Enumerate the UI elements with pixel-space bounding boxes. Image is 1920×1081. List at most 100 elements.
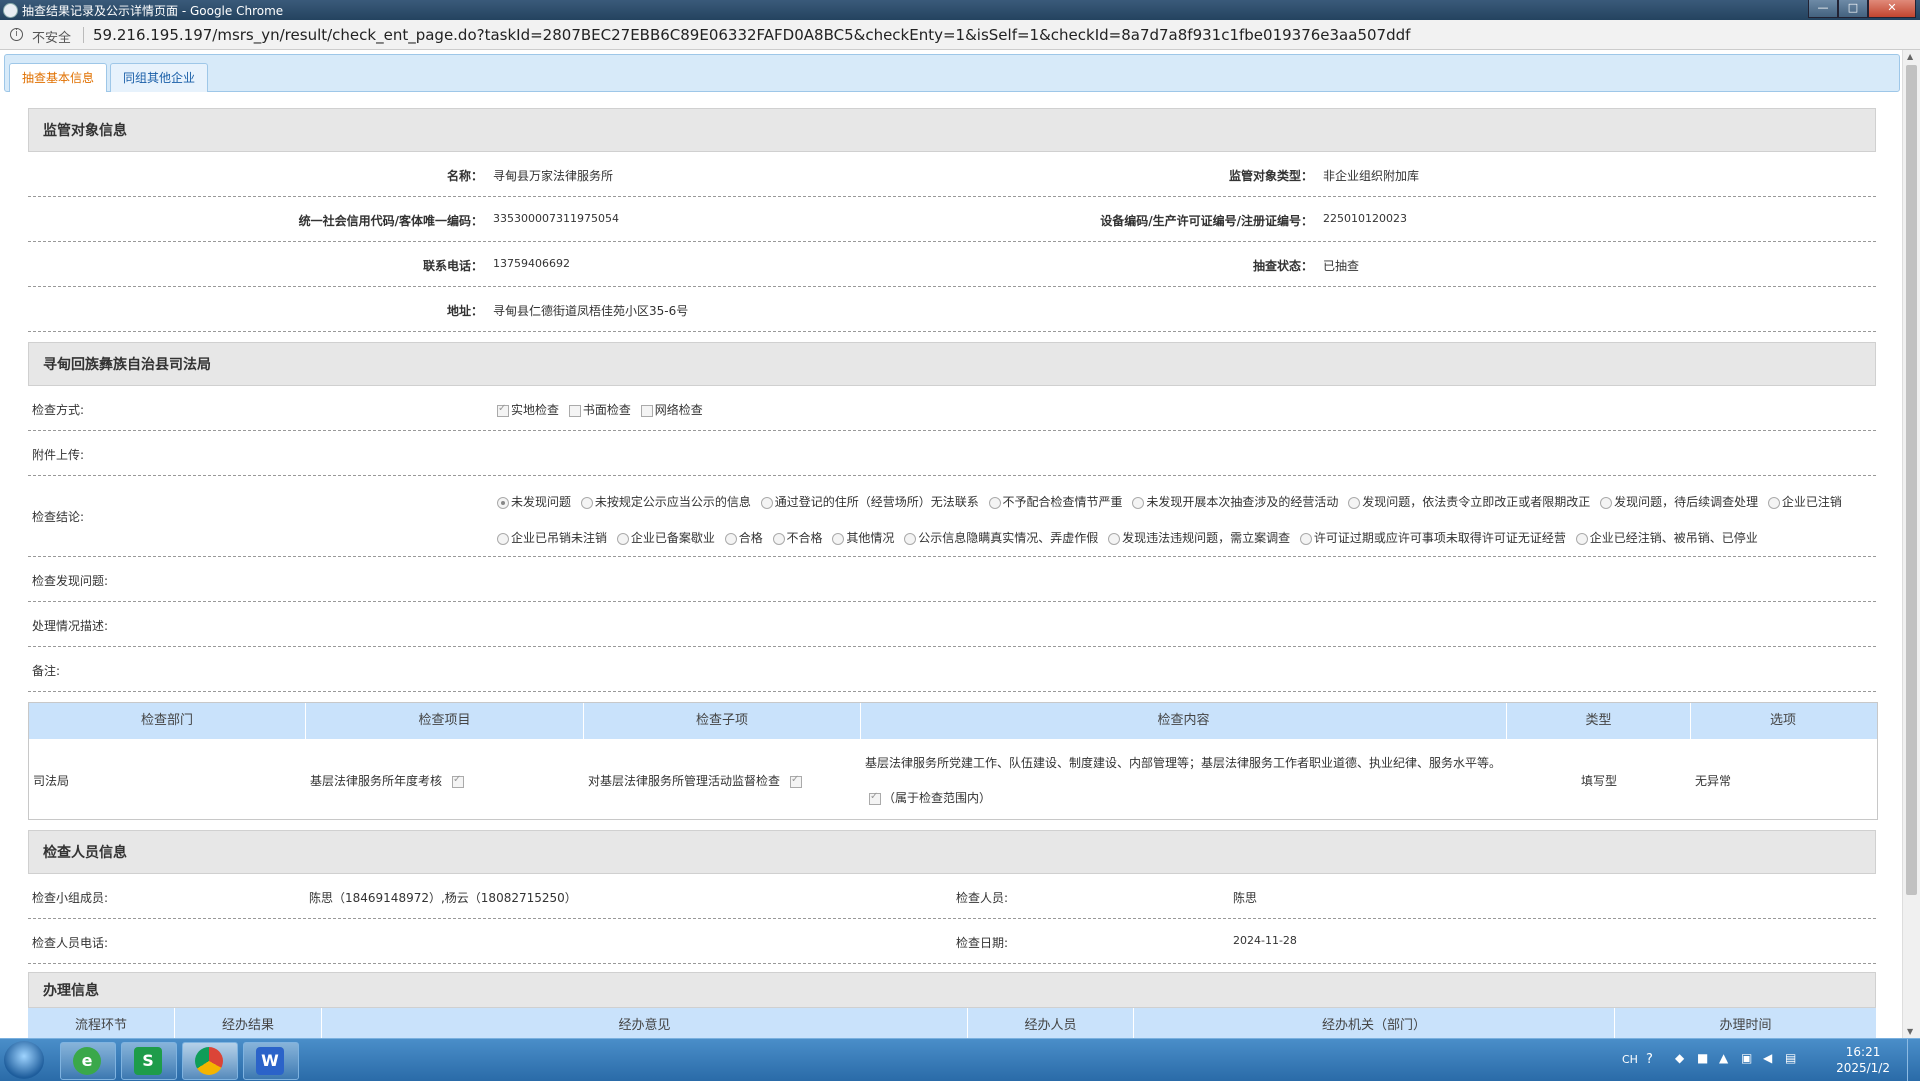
display-icon[interactable]: ▣ xyxy=(1741,1051,1752,1065)
inspector-phone-row: 检查人员电话: 检查日期: 2024-11-28 xyxy=(28,919,1876,964)
document-icon: W xyxy=(256,1047,284,1075)
attachment-label: 附件上传: xyxy=(32,448,85,462)
tab-other-companies[interactable]: 同组其他企业 xyxy=(110,63,209,92)
checkbox-icon[interactable] xyxy=(640,404,653,417)
col-content: 检查内容 xyxy=(861,703,1507,739)
col-subitem: 检查子项 xyxy=(584,703,861,739)
row-subitem-text: 对基层法律服务所管理活动监督检查 xyxy=(588,774,781,788)
members-value: 陈思（18469148972）,杨云（18082715250） xyxy=(309,891,577,905)
conclusion-option[interactable]: 发现问题，待后续调查处理 xyxy=(1594,495,1758,509)
method-option[interactable]: 书面检查 xyxy=(563,403,631,417)
language-indicator[interactable]: CH xyxy=(1622,1053,1638,1066)
start-button[interactable] xyxy=(4,1041,44,1079)
conclusion-option-label: 企业已备案歇业 xyxy=(630,531,715,545)
help-icon[interactable]: ? xyxy=(1646,1052,1653,1067)
info-icon[interactable]: i xyxy=(10,28,23,41)
network-icon[interactable]: ▲ xyxy=(1719,1051,1728,1065)
conclusion-option[interactable]: 企业已吊销未注销 xyxy=(491,531,607,545)
conclusion-option-label: 发现问题，依法责令立即改正或者限期改正 xyxy=(1362,495,1591,509)
radio-icon[interactable] xyxy=(988,496,1001,509)
method-option[interactable]: 网络检查 xyxy=(635,403,703,417)
checkbox-icon[interactable] xyxy=(497,403,509,417)
lock-icon[interactable]: ■ xyxy=(1697,1051,1708,1065)
phone-value: 13759406692 xyxy=(493,257,570,270)
method-label: 检查方式: xyxy=(32,403,85,417)
clock[interactable]: 16:21 2025/1/2 xyxy=(1836,1044,1890,1076)
window-title: 抽查结果记录及公示详情页面 - Google Chrome xyxy=(22,4,284,18)
show-desktop-button[interactable] xyxy=(1907,1039,1920,1081)
conclusion-option[interactable]: 发现违法违规问题，需立案调查 xyxy=(1102,531,1290,545)
taskbar-app-chrome[interactable] xyxy=(182,1042,238,1080)
conclusion-option[interactable]: 未发现问题 xyxy=(491,495,571,509)
clock-date: 2025/1/2 xyxy=(1836,1061,1890,1075)
main-content: 监管对象信息 名称： 寻甸县万家法律服务所 监管对象类型： 非企业组织附加库 统… xyxy=(28,108,1878,1038)
flag-icon[interactable]: ▤ xyxy=(1785,1051,1796,1065)
conclusion-option[interactable]: 不予配合检查情节严重 xyxy=(983,495,1123,509)
scroll-up-icon[interactable]: ▲ xyxy=(1907,52,1913,61)
conclusion-option[interactable]: 发现问题，依法责令立即改正或者限期改正 xyxy=(1342,495,1590,509)
chrome-app-icon xyxy=(3,3,18,18)
radio-icon[interactable] xyxy=(497,532,509,545)
taskbar-app-sheets[interactable]: S xyxy=(121,1042,177,1080)
radio-icon[interactable] xyxy=(1767,496,1780,509)
security-indicator[interactable]: 不安全 xyxy=(32,27,71,46)
radio-icon[interactable] xyxy=(497,496,509,509)
radio-icon[interactable] xyxy=(724,532,737,545)
checkbox-icon[interactable] xyxy=(452,774,465,788)
radio-icon[interactable] xyxy=(616,532,629,545)
conclusion-option[interactable]: 企业已注销 xyxy=(1762,495,1842,509)
page-scrollbar[interactable]: ▲ ▼ xyxy=(1902,50,1920,1038)
radio-icon[interactable] xyxy=(1348,496,1361,509)
members-label: 检查小组成员: xyxy=(32,891,109,905)
radio-icon[interactable] xyxy=(1299,532,1312,545)
radio-icon[interactable] xyxy=(1132,496,1145,509)
row-option: 无异常 xyxy=(1695,774,1732,788)
conclusion-option[interactable]: 合格 xyxy=(719,531,763,545)
taskbar-app-writer[interactable]: W xyxy=(243,1042,299,1080)
scroll-down-icon[interactable]: ▼ xyxy=(1907,1027,1913,1036)
conclusion-option[interactable]: 企业已经注销、被吊销、已停业 xyxy=(1570,531,1758,545)
credit-label: 统一社会信用代码/客体唯一编码： xyxy=(298,214,483,228)
radio-icon[interactable] xyxy=(832,532,845,545)
name-label: 名称： xyxy=(446,169,483,183)
conclusion-option-label: 未发现开展本次抽查涉及的经营活动 xyxy=(1146,495,1339,509)
method-option[interactable]: 实地检查 xyxy=(491,403,559,417)
volume-icon[interactable]: ◀ xyxy=(1763,1051,1772,1065)
conclusion-option[interactable]: 通过登记的住所（经营场所）无法联系 xyxy=(755,495,979,509)
handling-table-header: 流程环节 经办结果 经办意见 经办人员 经办机关（部门） 办理时间 xyxy=(28,1008,1876,1038)
checkbox-icon[interactable] xyxy=(869,791,881,805)
check-table-header: 检查部门 检查项目 检查子项 检查内容 类型 选项 xyxy=(29,703,1877,739)
close-button[interactable]: ✕ xyxy=(1868,0,1916,18)
checkbox-icon[interactable] xyxy=(568,404,581,417)
conclusion-option[interactable]: 企业已备案歇业 xyxy=(611,531,715,545)
radio-icon[interactable] xyxy=(1600,496,1613,509)
shield-icon[interactable]: ◆ xyxy=(1675,1051,1684,1065)
tab-basic-info[interactable]: 抽查基本信息 xyxy=(9,63,108,92)
conclusion-option[interactable]: 许可证过期或应许可事项未取得许可证无证经营 xyxy=(1294,531,1566,545)
conclusion-option[interactable]: 其他情况 xyxy=(826,531,894,545)
taskbar-app-browser[interactable]: e xyxy=(60,1042,116,1080)
radio-icon[interactable] xyxy=(1575,532,1588,545)
window-title-bar: 抽查结果记录及公示详情页面 - Google Chrome — □ ✕ xyxy=(0,0,1920,20)
row-dept: 司法局 xyxy=(33,774,70,788)
type-value: 非企业组织附加库 xyxy=(1323,169,1420,183)
radio-icon[interactable] xyxy=(580,496,593,509)
method-option-label: 书面检查 xyxy=(582,403,631,417)
conclusion-option[interactable]: 不合格 xyxy=(767,531,823,545)
radio-icon[interactable] xyxy=(772,532,785,545)
radio-icon[interactable] xyxy=(1108,532,1121,545)
col-step: 流程环节 xyxy=(28,1008,175,1038)
url-field[interactable]: 59.216.195.197/msrs_yn/result/check_ent_… xyxy=(93,26,1410,44)
minimize-button[interactable]: — xyxy=(1808,0,1838,18)
col-result: 经办结果 xyxy=(175,1008,322,1038)
checkbox-icon[interactable] xyxy=(790,774,803,788)
conclusion-option[interactable]: 未发现开展本次抽查涉及的经营活动 xyxy=(1126,495,1338,509)
scroll-thumb[interactable] xyxy=(1906,65,1917,895)
handling-section-title: 办理信息 xyxy=(28,972,1876,1008)
remarks-row: 备注: xyxy=(28,647,1876,692)
radio-icon[interactable] xyxy=(760,496,773,509)
conclusion-option[interactable]: 未按规定公示应当公示的信息 xyxy=(575,495,751,509)
conclusion-option[interactable]: 公示信息隐瞒真实情况、弄虚作假 xyxy=(898,531,1098,545)
radio-icon[interactable] xyxy=(904,532,917,545)
maximize-button[interactable]: □ xyxy=(1838,0,1868,18)
